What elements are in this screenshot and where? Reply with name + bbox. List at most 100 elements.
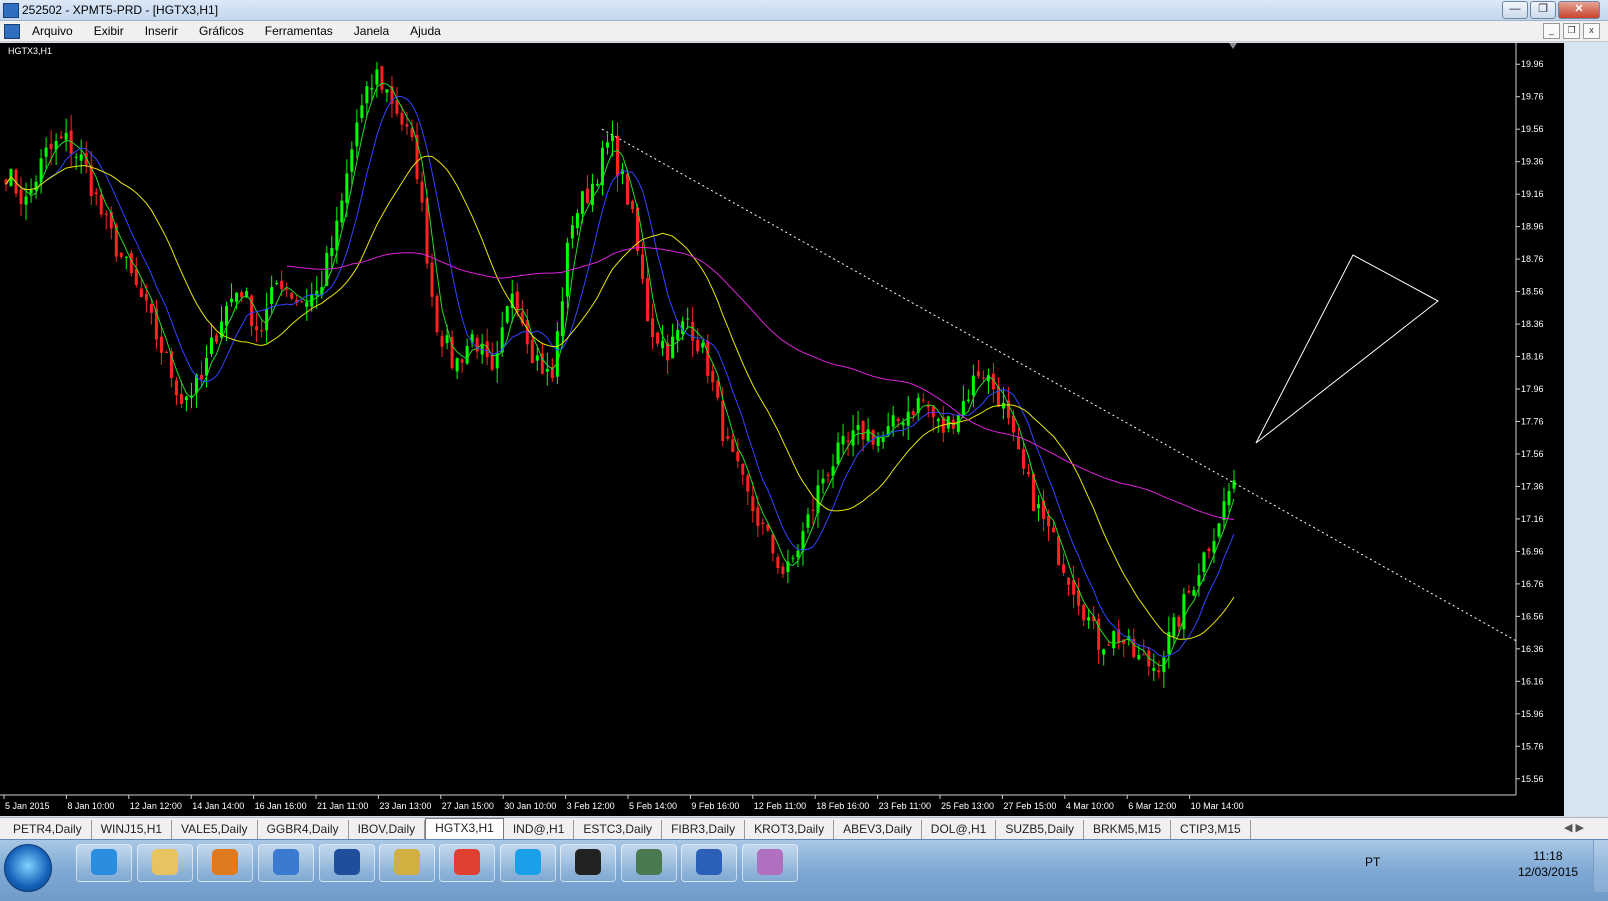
candle-body xyxy=(164,351,168,353)
y-tick-label: 19.36 xyxy=(1521,157,1544,167)
file-explorer-taskbar-button[interactable] xyxy=(137,844,193,882)
candle-body xyxy=(405,124,409,127)
candle-body xyxy=(626,173,630,205)
app-icon[interactable] xyxy=(3,3,19,18)
x-tick-label: 5 Feb 14:00 xyxy=(629,801,677,811)
candle-body xyxy=(610,135,614,142)
candle-body xyxy=(555,331,559,377)
paint-taskbar-button[interactable] xyxy=(742,844,798,882)
chart-tab[interactable]: PETR4,Daily xyxy=(4,820,92,839)
hp-taskbar-button[interactable] xyxy=(319,844,375,882)
y-tick-label: 17.36 xyxy=(1521,481,1544,491)
chrome-taskbar-button[interactable] xyxy=(439,844,495,882)
candle-body xyxy=(1177,616,1181,627)
x-tick-label: 8 Jan 10:00 xyxy=(67,801,114,811)
candle-body xyxy=(355,122,359,147)
candle-body xyxy=(1087,617,1091,621)
candle-body xyxy=(861,420,865,440)
candle-body xyxy=(119,252,123,257)
candle-body xyxy=(144,293,148,301)
network-icon xyxy=(273,849,299,875)
skype-taskbar-button[interactable] xyxy=(500,844,556,882)
metatrader-taskbar-button[interactable] xyxy=(621,844,677,882)
chart-canvas[interactable]: 19.96 19.76 19.56 19.36 19.16 18.96 18.76 18.56… xyxy=(0,43,1564,816)
y-tick-label: 15.96 xyxy=(1521,709,1544,719)
chart-tab[interactable]: FIBR3,Daily xyxy=(662,820,746,839)
candle-body xyxy=(149,303,153,313)
xp-taskbar-button[interactable] xyxy=(560,844,616,882)
menu-exibir[interactable]: Exibir xyxy=(94,24,124,38)
candle-body xyxy=(631,201,635,210)
candle-body xyxy=(1227,491,1231,505)
chart-tab[interactable]: CTIP3,M15 xyxy=(1171,820,1251,839)
candle-body xyxy=(255,326,259,331)
candle-body xyxy=(174,380,178,396)
show-desktop-button[interactable] xyxy=(1593,840,1608,892)
x-tick-label: 21 Jan 11:00 xyxy=(317,801,368,811)
menu-graficos[interactable]: Gráficos xyxy=(199,24,244,38)
chart-tab[interactable]: IND@,H1 xyxy=(504,820,575,839)
chart-tab[interactable]: HGTX3,H1 xyxy=(425,818,504,840)
tab-scroll-arrows[interactable]: ◀ ▶ xyxy=(1564,821,1584,834)
candle-body xyxy=(1047,515,1051,527)
moving-average-line xyxy=(5,82,1235,667)
chart-tab[interactable]: BRKM5,M15 xyxy=(1084,820,1172,839)
candle-body xyxy=(881,437,885,443)
chart-tab[interactable]: IBOV,Daily xyxy=(349,820,426,839)
x-tick-label: 14 Jan 14:00 xyxy=(192,801,244,811)
chart-close-button[interactable]: x xyxy=(1583,23,1600,39)
close-button[interactable]: ✕ xyxy=(1558,1,1600,19)
candle-body xyxy=(781,566,785,575)
price-chart[interactable]: HGTX3,H1 19.96 19.76 19.56 19.36 19.16 18.96 1… xyxy=(0,43,1564,816)
start-button[interactable] xyxy=(4,844,52,892)
menu-arquivo[interactable]: Arquivo xyxy=(32,24,73,38)
chart-tab[interactable]: ABEV3,Daily xyxy=(834,820,922,839)
chart-tab[interactable]: WINJ15,H1 xyxy=(92,820,173,839)
clock[interactable]: 11:18 12/03/2015 xyxy=(1518,848,1578,880)
internet-explorer-icon xyxy=(91,849,117,875)
network-taskbar-button[interactable] xyxy=(258,844,314,882)
candle-body xyxy=(711,371,715,383)
candle-body xyxy=(235,292,239,302)
candle-body xyxy=(370,87,374,90)
candle-body xyxy=(290,292,294,299)
candle-body xyxy=(1187,590,1191,593)
menu-janela[interactable]: Janela xyxy=(354,24,389,38)
candle-body xyxy=(761,522,765,524)
candle-body xyxy=(585,188,589,204)
chart-restore-button[interactable]: ❐ xyxy=(1563,23,1580,39)
candle-body xyxy=(49,143,53,149)
word-icon xyxy=(696,849,722,875)
y-tick-label: 17.96 xyxy=(1521,384,1544,394)
chart-tab[interactable]: SUZB5,Daily xyxy=(996,820,1085,839)
menu-ajuda[interactable]: Ajuda xyxy=(410,24,441,38)
maximize-button[interactable]: ❐ xyxy=(1530,1,1556,19)
menu-inserir[interactable]: Inserir xyxy=(145,24,178,38)
minimize-button[interactable]: — xyxy=(1502,1,1528,19)
candle-body xyxy=(1107,644,1111,646)
word-taskbar-button[interactable] xyxy=(681,844,737,882)
chart-tab[interactable]: KROT3,Daily xyxy=(745,820,835,839)
chart-tab[interactable]: VALE5,Daily xyxy=(172,820,258,839)
candle-body xyxy=(460,359,464,363)
candle-body xyxy=(1001,402,1005,409)
x-tick-label: 27 Feb 15:00 xyxy=(1003,801,1056,811)
menu-ferramentas[interactable]: Ferramentas xyxy=(265,24,333,38)
archive-taskbar-button[interactable] xyxy=(379,844,435,882)
candle-body xyxy=(1082,604,1086,621)
language-indicator[interactable]: PT xyxy=(1365,855,1380,869)
candle-body xyxy=(79,154,83,161)
internet-explorer-taskbar-button[interactable] xyxy=(76,844,132,882)
media-player-taskbar-button[interactable] xyxy=(197,844,253,882)
candle-body xyxy=(305,302,309,307)
x-tick-label: 18 Feb 16:00 xyxy=(816,801,869,811)
candle-body xyxy=(475,337,479,352)
chart-tab[interactable]: ESTC3,Daily xyxy=(574,820,663,839)
candle-body xyxy=(64,132,68,140)
chart-tab[interactable]: DOL@,H1 xyxy=(922,820,997,839)
candle-body xyxy=(1152,667,1156,671)
chart-window-icon[interactable] xyxy=(4,24,20,39)
candle-body xyxy=(706,340,710,376)
chart-tab[interactable]: GGBR4,Daily xyxy=(258,820,349,839)
chart-minimize-button[interactable]: _ xyxy=(1543,23,1560,39)
